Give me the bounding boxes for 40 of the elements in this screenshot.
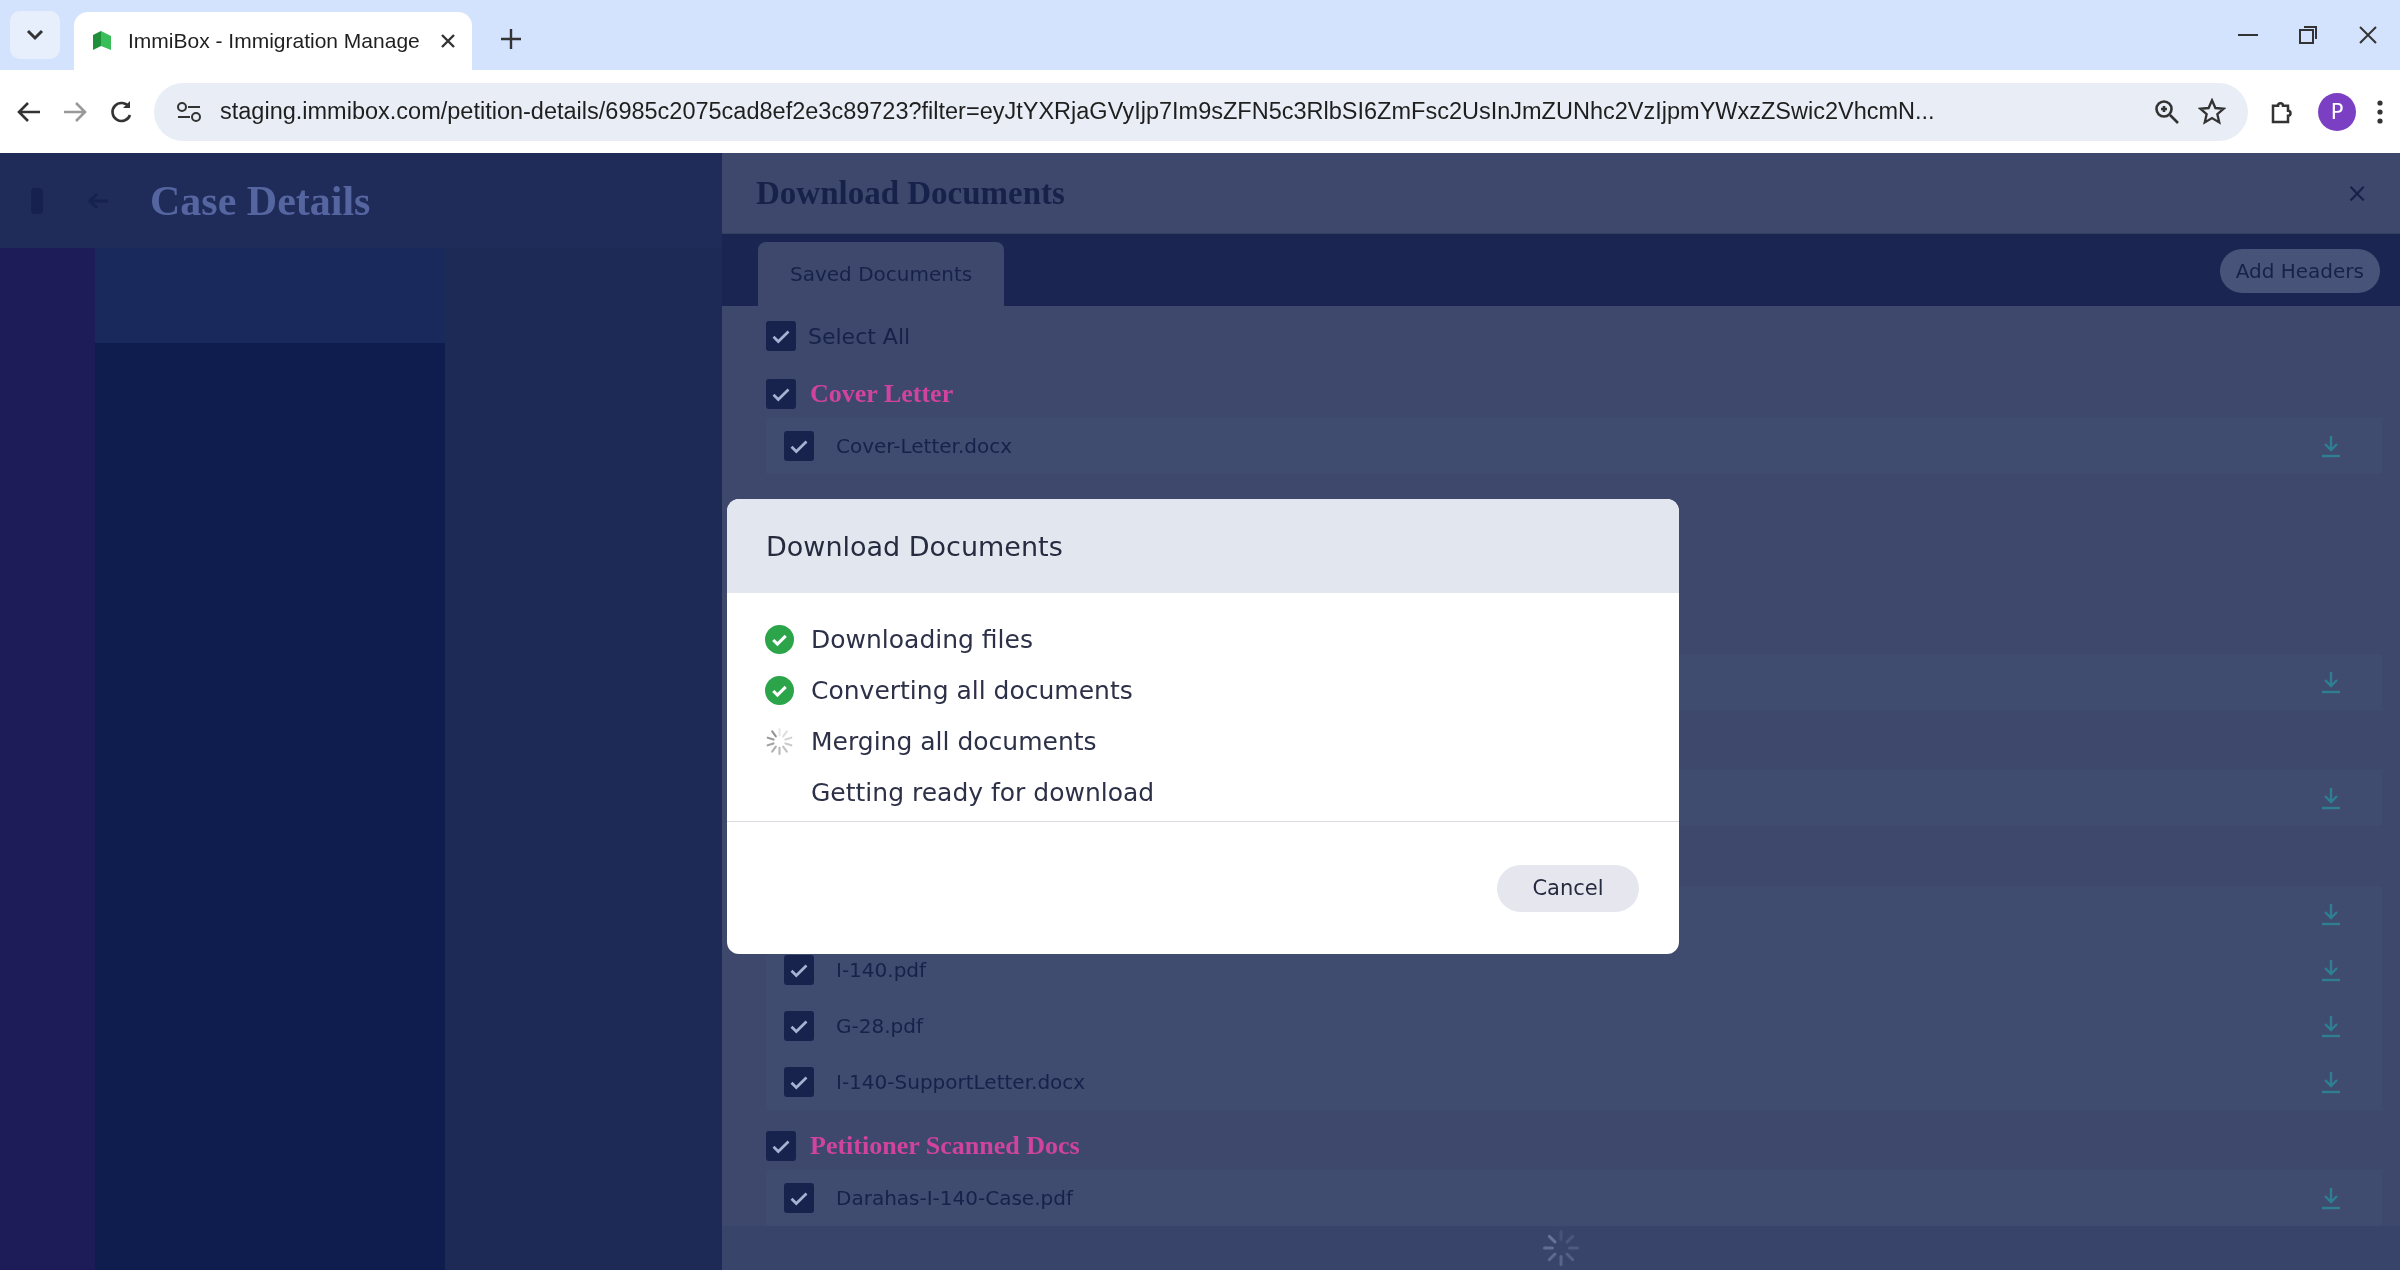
browser-tab[interactable]: ImmiBox - Immigration Manage: [74, 12, 472, 70]
back-icon[interactable]: [16, 99, 42, 124]
zoom-icon[interactable]: [2154, 98, 2180, 125]
checkbox[interactable]: [766, 1131, 796, 1161]
close-icon[interactable]: [2358, 25, 2378, 45]
group-title: Petitioner Scanned Docs: [810, 1131, 1080, 1161]
cancel-button[interactable]: Cancel: [1497, 864, 1639, 912]
checkbox[interactable]: [784, 955, 814, 985]
chevron-down-icon: [26, 29, 44, 41]
checkbox[interactable]: [766, 321, 796, 351]
checkbox[interactable]: [784, 1067, 814, 1097]
forward-icon[interactable]: [62, 99, 88, 124]
step-label: Merging all documents: [811, 727, 1097, 756]
step-label: Getting ready for download: [811, 778, 1155, 807]
modal-title: Download Documents: [766, 530, 1063, 562]
new-tab-icon[interactable]: [500, 28, 522, 50]
star-icon[interactable]: [2198, 97, 2226, 126]
group-title: Cover Letter: [810, 379, 954, 409]
tab-search-button[interactable]: [10, 11, 60, 59]
menu-icon[interactable]: [2376, 98, 2384, 125]
close-icon[interactable]: [440, 33, 456, 49]
profile-avatar[interactable]: P: [2318, 92, 2356, 131]
checkbox[interactable]: [766, 379, 796, 409]
address-bar[interactable]: staging.immibox.com/petition-details/6985c2075cad8ef2e3c89723?filter=eyJtYXRjaGVyIjp7Im9sZFN5c3RlbSI6ZmFsc2UsInJmZUNhc2VzIjpmYWxzZSwic2VhcmN...: [154, 82, 2248, 141]
restore-icon[interactable]: [2298, 25, 2318, 45]
step-label: Downloading files: [811, 625, 1033, 654]
check-circle-icon: [765, 676, 794, 705]
logo-icon: [90, 29, 114, 53]
checkbox[interactable]: [784, 431, 814, 461]
tab-title: ImmiBox - Immigration Manage: [128, 29, 421, 53]
check-circle-icon: [765, 625, 794, 654]
site-settings-icon[interactable]: [176, 100, 202, 123]
minimize-icon[interactable]: [2238, 33, 2258, 37]
page-title: Case Details: [150, 176, 371, 225]
checkbox[interactable]: [784, 1011, 814, 1041]
checkbox[interactable]: [784, 1183, 814, 1213]
step-label: Converting all documents: [811, 676, 1133, 705]
loading-spinner-icon: [765, 727, 794, 756]
loading-spinner-icon: [1541, 1228, 1581, 1268]
url-text: staging.immibox.com/petition-details/6985c2075cad8ef2e3c89723?filter=eyJtYXRjaGVyIjp7Im9sZFN5c3RlbSI6ZmFsc2UsInJmZUNhc2VzIjpmYWxzZSwic2VhcmN...: [220, 98, 1936, 125]
